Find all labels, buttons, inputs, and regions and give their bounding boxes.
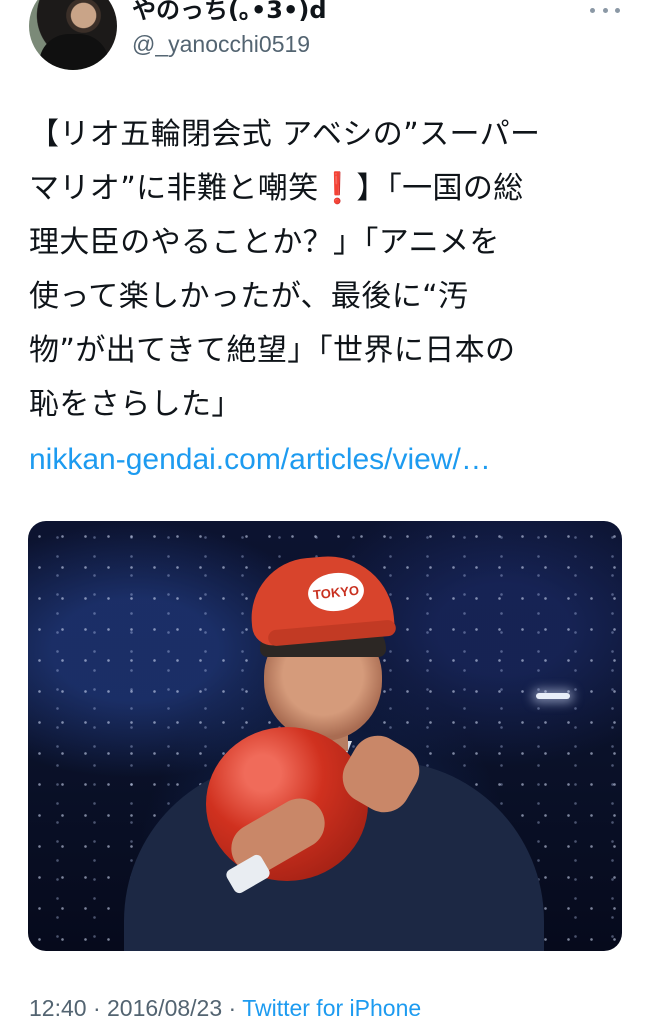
tweet-source-link[interactable]: Twitter for iPhone [242,995,421,1021]
tweet-date: 2016/08/23 [107,995,223,1021]
exclamation-emoji-icon: ❗ [318,171,357,206]
tweet-time: 12:40 [29,995,87,1021]
author-handle[interactable]: @_yanocchi0519 [132,30,310,58]
tweet-meta: 12:40 · 2016/08/23 · Twitter for iPhone [29,994,421,1022]
meta-separator: · [92,995,101,1021]
tweet-photo[interactable]: TOKYO [28,521,622,951]
more-options-icon[interactable] [590,4,620,16]
avatar-figure [39,34,109,70]
tweet-line: 恥をさらした」 [29,387,242,422]
tweet-line-part: 】「一国の総 [356,171,524,206]
photo-light-glare [536,693,570,699]
tweet-line-part: マリオ”に非難と嘲笑 [29,171,319,206]
more-dot [590,7,595,13]
tweet-text: 【リオ五輪閉会式 アベシの”スーパー マリオ”に非難と嘲笑❗】「一国の総 理大臣… [29,108,629,432]
tweet-line: マリオ”に非難と嘲笑❗】「一国の総 [29,162,629,216]
tweet-line: 使って楽しかったが、最後に“汚 [29,279,469,314]
meta-separator: · [228,995,237,1021]
tweet-line: 【リオ五輪閉会式 アベシの”スーパー [29,117,541,152]
article-link[interactable]: nikkan-gendai.com/articles/view/… [29,435,491,485]
author-display-name[interactable]: やのっち(｡•3•)d [132,0,327,24]
author-avatar[interactable] [29,0,117,70]
tweet-line: 理大臣のやることか？」「アニメを [29,225,500,260]
more-dot [602,7,608,13]
tweet-line: 物”が出てきて絶望」「世界に日本の [29,333,516,368]
more-dot [615,7,620,13]
